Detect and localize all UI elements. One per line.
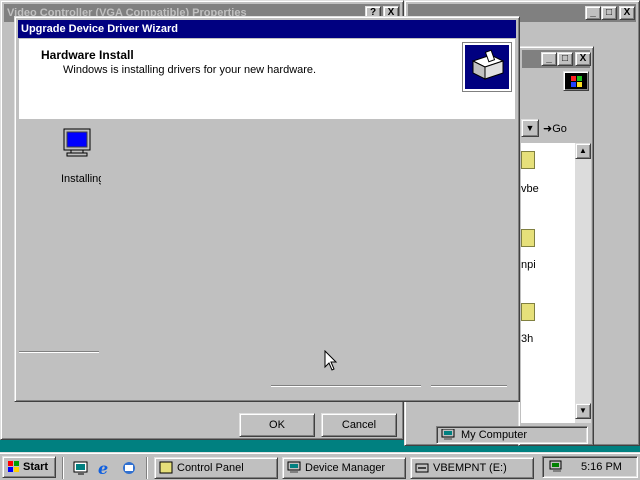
- scroll-down-button[interactable]: ▼: [575, 403, 591, 419]
- folder-icon[interactable]: [521, 303, 535, 321]
- monitor-icon: [61, 127, 93, 159]
- wizard-title: Upgrade Device Driver Wizard: [18, 20, 516, 38]
- windows-logo-icon: [563, 71, 589, 91]
- folder-icon[interactable]: [521, 229, 535, 247]
- drive-icon: [415, 461, 429, 474]
- system-tray: 5:16 PM: [542, 456, 638, 478]
- task-label: Device Manager: [305, 462, 386, 474]
- svg-text:e: e: [98, 459, 108, 476]
- device-manager-icon: [287, 461, 301, 474]
- close-button[interactable]: X: [575, 52, 591, 66]
- vertical-scrollbar[interactable]: ▲ ▼: [575, 143, 591, 423]
- minimize-button[interactable]: _: [541, 52, 557, 66]
- desktop-icon[interactable]: [72, 459, 90, 476]
- wizard-dialog: Upgrade Device Driver Wizard Hardware In…: [14, 16, 520, 402]
- maximize-button[interactable]: □: [601, 6, 617, 20]
- cancel-button[interactable]: Cancel: [321, 413, 397, 437]
- scroll-up-button[interactable]: ▲: [575, 143, 591, 159]
- taskbar: Start e Control Panel Device Manager VBE…: [0, 452, 640, 480]
- windows-flag-icon: [7, 460, 21, 474]
- wizard-header: Hardware Install Windows is installing d…: [19, 39, 515, 119]
- task-label: VBEMPNT (E:): [433, 462, 507, 474]
- folder-icon[interactable]: [521, 151, 535, 169]
- task-device-manager[interactable]: Device Manager: [282, 457, 406, 479]
- start-button[interactable]: Start: [2, 456, 56, 478]
- close-button[interactable]: X: [619, 6, 635, 20]
- folder-window: _ □ X ▼ ➜Go vbe npi 3h ▲ ▼: [518, 46, 594, 446]
- address-dropdown-button[interactable]: ▼: [521, 119, 539, 137]
- folder-content: vbe npi 3h: [521, 143, 575, 423]
- mouse-cursor-icon: [324, 349, 338, 372]
- display-settings-icon[interactable]: [549, 460, 565, 474]
- folder-label[interactable]: 3h: [521, 333, 533, 345]
- status-bar: My Computer: [436, 426, 588, 444]
- divider: [19, 351, 99, 353]
- folder-label[interactable]: vbe: [521, 183, 539, 195]
- start-label: Start: [23, 461, 49, 473]
- go-label: Go: [552, 123, 567, 135]
- separator: [146, 457, 148, 479]
- internet-explorer-icon[interactable]: e: [96, 459, 114, 478]
- ok-button[interactable]: OK: [239, 413, 315, 437]
- task-vbempnt[interactable]: VBEMPNT (E:): [410, 457, 534, 479]
- control-panel-icon: [159, 461, 173, 474]
- outlook-express-icon[interactable]: [120, 459, 138, 476]
- my-computer-icon: [441, 428, 455, 441]
- status-label: My Computer: [461, 429, 528, 441]
- clock[interactable]: 5:16 PM: [581, 460, 622, 474]
- go-arrow-icon: ➜: [543, 123, 553, 135]
- button-placeholder: [431, 385, 507, 387]
- hardware-install-icon: [462, 42, 512, 92]
- task-label: Control Panel: [177, 462, 244, 474]
- button-placeholder: [271, 385, 421, 387]
- header-title: Hardware Install: [41, 48, 134, 62]
- wizard-body: Installing: [19, 119, 515, 399]
- maximize-button[interactable]: □: [557, 52, 573, 66]
- header-subtitle: Windows is installing drivers for your n…: [63, 64, 317, 76]
- minimize-button[interactable]: _: [585, 6, 601, 20]
- folder-label[interactable]: npi: [521, 259, 536, 271]
- installing-status: Installing: [61, 173, 101, 185]
- task-control-panel[interactable]: Control Panel: [154, 457, 278, 479]
- go-button[interactable]: ➜Go: [543, 121, 567, 137]
- separator: [62, 457, 64, 479]
